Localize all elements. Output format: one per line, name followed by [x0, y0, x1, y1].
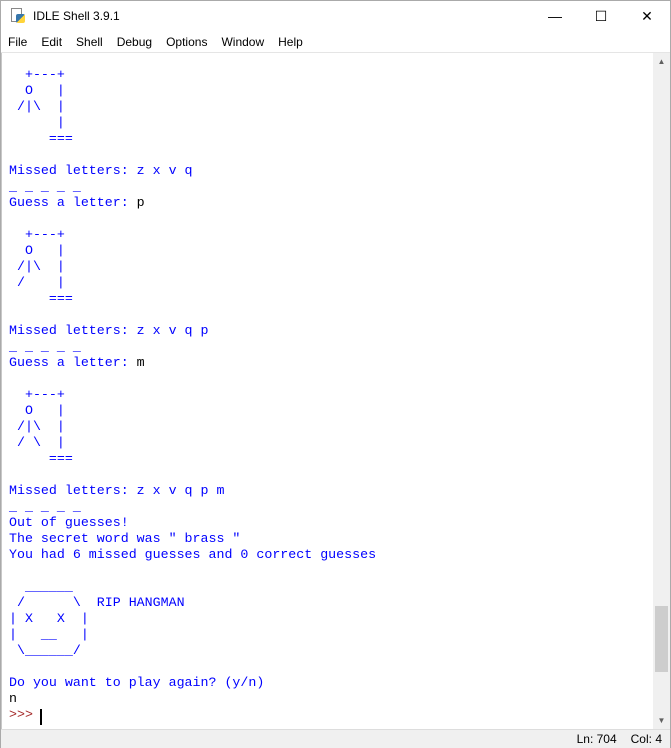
- output-line: | X X |: [9, 611, 89, 627]
- line-text: >>>: [9, 707, 41, 722]
- output-line: _ _ _ _ _: [9, 179, 81, 195]
- output-line: _ _ _ _ _: [9, 339, 81, 355]
- output-line: / |: [9, 275, 65, 291]
- output-line: /|\ |: [9, 99, 65, 115]
- output-line: / \ |: [9, 435, 65, 451]
- output-line: Out of guesses!: [9, 515, 129, 531]
- output-line: /|\ |: [9, 419, 65, 435]
- output-line: ===: [9, 131, 73, 147]
- line-text: | __ |: [9, 627, 89, 642]
- line-text: _ _ _ _ _: [9, 179, 81, 194]
- shell-text-area[interactable]: +---+ O | /|\ | | === Missed letters: z x…: [1, 53, 653, 729]
- vertical-scrollbar[interactable]: ▲ ▼: [653, 53, 670, 729]
- output-line: \______/: [9, 643, 81, 659]
- line-text: / \ RIP HANGMAN: [9, 595, 185, 610]
- output-line: The secret word was " brass ": [9, 531, 240, 547]
- line-text: _ _ _ _ _: [9, 339, 81, 354]
- line-text: ===: [9, 291, 73, 306]
- scroll-down-arrow-icon[interactable]: ▼: [653, 712, 670, 729]
- output-line: /|\ |: [9, 259, 65, 275]
- line-text: | X X |: [9, 611, 89, 626]
- menu-help[interactable]: Help: [271, 35, 310, 49]
- output-line: +---+: [9, 227, 65, 243]
- output-line: Guess a letter: p: [9, 195, 145, 211]
- output-line: |: [9, 115, 65, 131]
- window-title: IDLE Shell 3.9.1: [33, 9, 120, 23]
- menu-options[interactable]: Options: [159, 35, 214, 49]
- line-text: +---+: [9, 387, 65, 402]
- user-input: p: [136, 195, 145, 210]
- output-line: O |: [9, 243, 65, 259]
- menu-window[interactable]: Window: [214, 35, 271, 49]
- line-number: Ln: 704: [576, 732, 617, 746]
- output-line: Guess a letter: m: [9, 355, 145, 371]
- maximize-button[interactable]: ☐: [578, 1, 624, 31]
- menu-shell[interactable]: Shell: [69, 35, 110, 49]
- shell-prompt: >>>: [9, 707, 41, 723]
- line-text: ===: [9, 451, 73, 466]
- line-text: Missed letters: z x v q: [9, 163, 193, 178]
- line-text: You had 6 missed guesses and 0 correct g…: [9, 547, 377, 562]
- line-text: Guess a letter:: [9, 355, 137, 370]
- output-line: Missed letters: z x v q: [9, 163, 193, 179]
- line-text: +---+: [9, 67, 65, 82]
- column-number: Col: 4: [630, 732, 662, 746]
- output-line: You had 6 missed guesses and 0 correct g…: [9, 547, 376, 563]
- line-text: \______/: [9, 643, 81, 658]
- line-text: / |: [9, 275, 65, 290]
- user-input: m: [136, 355, 145, 370]
- output-line: O |: [9, 403, 65, 419]
- output-line: ===: [9, 451, 73, 467]
- menu-file[interactable]: File: [1, 35, 34, 49]
- line-text: n: [9, 691, 17, 706]
- line-text: O |: [9, 243, 65, 258]
- line-text: The secret word was " brass ": [9, 531, 241, 546]
- line-text: / \ |: [9, 435, 65, 450]
- output-line: Missed letters: z x v q p m: [9, 483, 224, 499]
- scrollbar-thumb[interactable]: [655, 605, 668, 672]
- output-line: Missed letters: z x v q p: [9, 323, 209, 339]
- line-text: O |: [9, 403, 65, 418]
- line-text: /|\ |: [9, 99, 65, 114]
- line-text: /|\ |: [9, 419, 65, 434]
- output-line: _ _ _ _ _: [9, 499, 81, 515]
- output-line: ______: [9, 579, 73, 595]
- line-text: |: [9, 115, 65, 130]
- line-text: ===: [9, 131, 73, 146]
- output-line: n: [9, 691, 17, 707]
- line-text: Do you want to play again? (y/n): [9, 675, 265, 690]
- output-line: O |: [9, 83, 65, 99]
- line-text: ______: [9, 579, 73, 594]
- title-bar: IDLE Shell 3.9.1 — ☐ ✕: [1, 1, 670, 31]
- line-text: _ _ _ _ _: [9, 499, 81, 514]
- scroll-up-arrow-icon[interactable]: ▲: [653, 53, 670, 70]
- output-line: Do you want to play again? (y/n): [9, 675, 264, 691]
- line-text: Missed letters: z x v q p: [9, 323, 209, 338]
- menu-debug[interactable]: Debug: [110, 35, 159, 49]
- output-line: ===: [9, 291, 73, 307]
- line-text: +---+: [9, 227, 65, 242]
- minimize-button[interactable]: —: [532, 1, 578, 31]
- line-text: Guess a letter:: [9, 195, 137, 210]
- menu-bar: File Edit Shell Debug Options Window Help: [1, 31, 670, 53]
- line-text: Out of guesses!: [9, 515, 129, 530]
- status-bar: Ln: 704 Col: 4: [1, 729, 670, 748]
- python-idle-icon: [10, 8, 26, 24]
- line-text: /|\ |: [9, 259, 65, 274]
- output-line: +---+: [9, 67, 65, 83]
- line-text: O |: [9, 83, 65, 98]
- menu-edit[interactable]: Edit: [34, 35, 69, 49]
- line-text: Missed letters: z x v q p m: [9, 483, 225, 498]
- output-line: / \ RIP HANGMAN: [9, 595, 185, 611]
- output-line: | __ |: [9, 627, 89, 643]
- output-line: +---+: [9, 387, 65, 403]
- close-button[interactable]: ✕: [624, 1, 670, 31]
